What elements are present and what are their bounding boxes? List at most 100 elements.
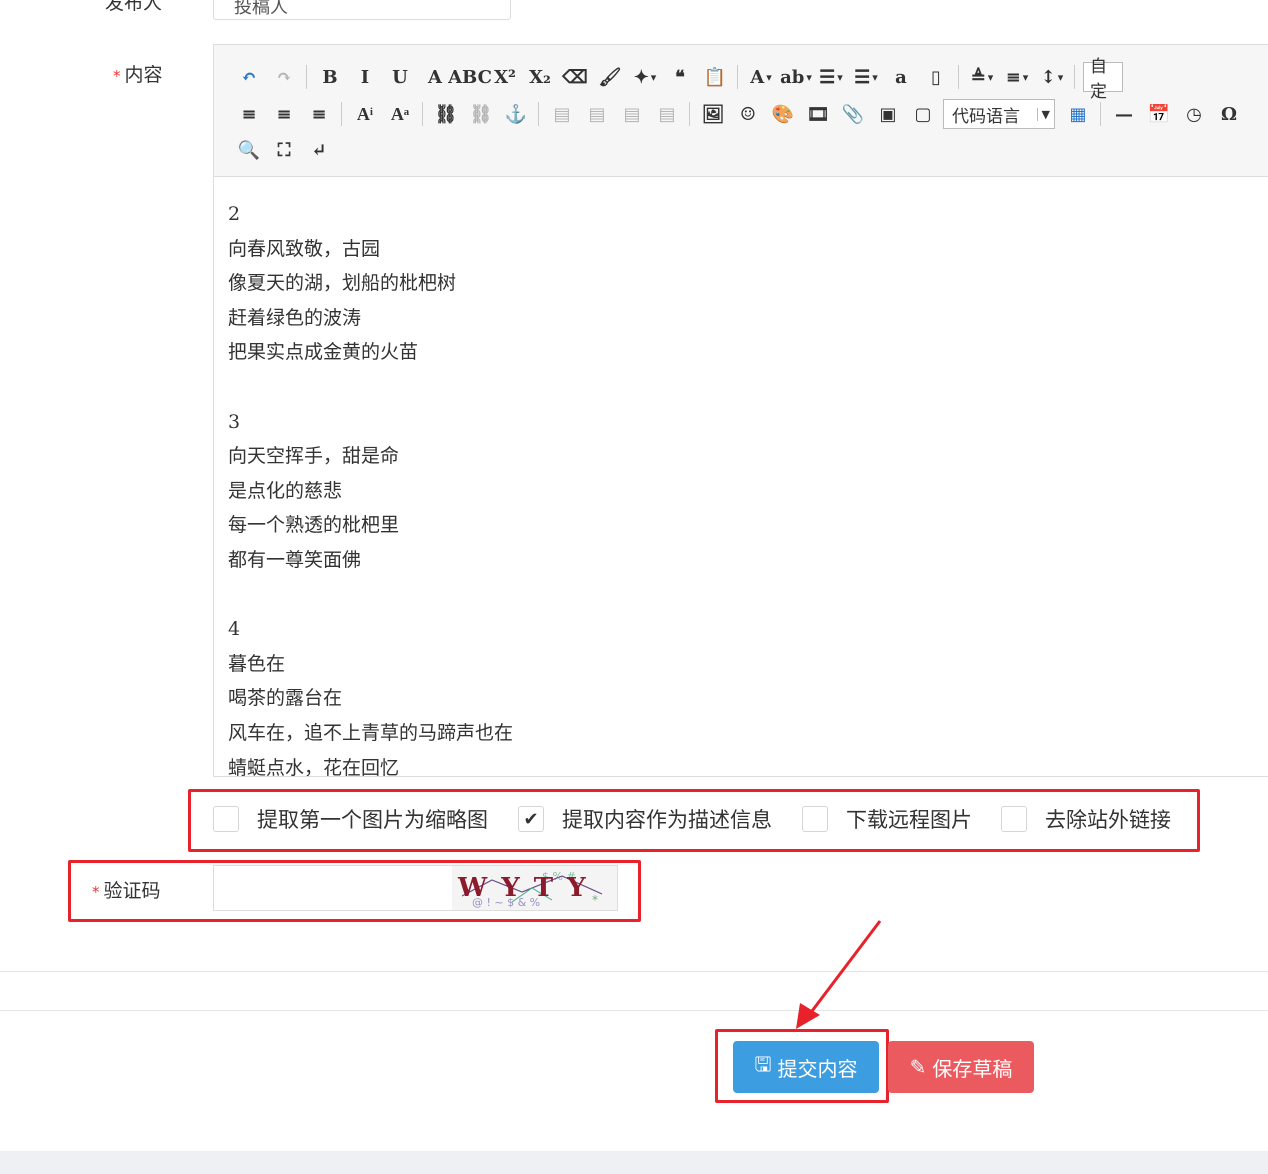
toolbar-row-2: ≡ ≡ ≡ Aͥ Aͣ ⛓ ⛓ ⚓ ▤ ▤ ▤ ▤ 🖼 ☺ 🎨 🎞 📎 ▣ ▢ 代码语言 ▼ ▦ — 📅 ◷ Ω	[234, 97, 1249, 131]
paste-text-icon[interactable]: 📋	[700, 62, 730, 92]
superscript-icon[interactable]: X²	[490, 62, 520, 92]
indent-icon[interactable]: Aͥ	[350, 99, 380, 129]
strikethrough-icon[interactable]: ABC	[448, 62, 492, 92]
captcha-graphic: @ ! ~ $ & % $ % # * WYTY	[457, 870, 603, 909]
chevron-down-icon: ▼	[1036, 107, 1050, 121]
auto-format-icon[interactable]: ✦	[630, 62, 660, 92]
checkbox-thumbnail[interactable]	[213, 806, 239, 832]
editor-line: 蜻蜓点水，花在回忆	[228, 756, 400, 777]
clear-doc-icon[interactable]: ▯	[921, 62, 951, 92]
paragraph-spacing-top-icon[interactable]: ≜	[967, 62, 997, 92]
option-thumbnail-label: 提取第一个图片为缩略图	[257, 808, 488, 832]
annotation-arrow	[796, 920, 882, 1029]
line-break-icon[interactable]: ↵	[304, 135, 334, 165]
editor-line: 都有一尊笑面佛	[228, 548, 362, 571]
code-language-select[interactable]: 代码语言 ▼	[943, 99, 1055, 129]
pencil-icon: ✎	[909, 1055, 927, 1079]
subscript-icon[interactable]: X₂	[525, 62, 555, 92]
editor-line: 向春风致敬，古园	[228, 237, 381, 260]
align-center-icon[interactable]: ≡	[234, 99, 264, 129]
publisher-input[interactable]: 投稿人	[213, 0, 511, 20]
required-mark: *	[113, 67, 121, 85]
editor-line: 4	[228, 618, 241, 641]
blockquote-icon[interactable]: ❝	[665, 62, 695, 92]
publisher-label: 发布人	[105, 0, 163, 14]
date-icon[interactable]: 📅	[1144, 99, 1174, 129]
align-right-icon[interactable]: ≡	[269, 99, 299, 129]
line-height-icon[interactable]: ↕	[1037, 62, 1067, 92]
divider	[0, 971, 1268, 972]
scrawl-icon[interactable]: 🎨	[768, 99, 798, 129]
time-icon[interactable]: ◷	[1179, 99, 1209, 129]
divider	[0, 1010, 1268, 1011]
attachment-icon[interactable]: 📎	[838, 99, 868, 129]
checkbox-description[interactable]: ✔	[518, 806, 544, 832]
submit-button-label: 提交内容	[777, 1056, 858, 1081]
captcha-image[interactable]: @ ! ~ $ & % $ % # * WYTY	[452, 866, 617, 910]
editor-line: 暮色在	[228, 652, 286, 675]
special-chars-icon[interactable]: Ω	[1214, 99, 1244, 129]
toolbar-separator	[1100, 102, 1101, 126]
emotion-icon[interactable]: ☺	[733, 99, 763, 129]
font-border-icon[interactable]: A	[420, 62, 450, 92]
image-left-icon[interactable]: ▤	[582, 99, 612, 129]
image-right-icon[interactable]: ▤	[617, 99, 647, 129]
align-justify-icon[interactable]: ≡	[304, 99, 334, 129]
toolbar-separator	[422, 102, 423, 126]
search-replace-icon[interactable]: ⛶	[269, 135, 299, 165]
gmap-icon[interactable]: ▣	[873, 99, 903, 129]
italic-icon[interactable]: I	[350, 62, 380, 92]
image-none-icon[interactable]: ▤	[547, 99, 577, 129]
undo-icon[interactable]: ↶	[234, 62, 264, 92]
horizontal-rule-icon[interactable]: —	[1109, 99, 1139, 129]
font-color-icon[interactable]: A	[746, 62, 776, 92]
editor-line: 每一个熟透的枇杷里	[228, 514, 400, 537]
insert-video-icon[interactable]: 🎞	[803, 99, 833, 129]
insert-table-icon[interactable]: ▦	[1063, 99, 1093, 129]
toolbar-separator	[689, 102, 690, 126]
editor-line: 喝茶的露台在	[228, 687, 343, 710]
link-icon[interactable]: ⛓	[431, 99, 461, 129]
eraser-icon[interactable]: ⌫	[560, 62, 590, 92]
content-label-wrap: * 内容	[113, 60, 163, 87]
bold-icon[interactable]: B	[315, 62, 345, 92]
toolbar-separator	[1074, 65, 1075, 89]
insert-frame-icon[interactable]: ▢	[908, 99, 938, 129]
anchor-icon[interactable]: ⚓	[501, 99, 531, 129]
editor-line: 风车在，追不上青草的马蹄声也在	[228, 721, 514, 744]
captcha-text: WYTY	[457, 873, 600, 903]
redo-icon[interactable]: ↷	[269, 62, 299, 92]
toolbar-separator	[538, 102, 539, 126]
editor-line: 把果实点成金黄的火苗	[228, 341, 419, 364]
option-remote-images[interactable]: 下载远程图片	[802, 804, 972, 834]
select-all-icon[interactable]: a	[886, 62, 916, 92]
text-direction-icon[interactable]: Aͣ	[385, 99, 415, 129]
option-description[interactable]: ✔ 提取内容作为描述信息	[518, 804, 772, 834]
ordered-list-icon[interactable]: ☰	[816, 62, 846, 92]
option-remove-links[interactable]: 去除站外链接	[1001, 804, 1171, 834]
checkbox-remote-images[interactable]	[802, 806, 828, 832]
underline-icon[interactable]: U	[385, 62, 415, 92]
toolbar-separator	[737, 65, 738, 89]
custom-style-select[interactable]: 自定	[1083, 57, 1123, 102]
submit-button[interactable]: 🖫 提交内容	[733, 1041, 879, 1093]
unordered-list-icon[interactable]: ☰	[851, 62, 881, 92]
rich-text-editor: ↶↷BIUAABCX²X₂⌫🖌✦❝📋Aab☰☰a▯≜≡↕自定 ≡≡≡AͥAͣ⛓⛓…	[213, 44, 1268, 777]
checkbox-remove-links[interactable]	[1001, 806, 1027, 832]
option-thumbnail[interactable]: 提取第一个图片为缩略图	[213, 804, 488, 834]
save-draft-button[interactable]: ✎ 保存草稿	[888, 1041, 1034, 1093]
image-center-icon[interactable]: ▤	[652, 99, 682, 129]
option-remote-images-label: 下载远程图片	[846, 808, 972, 832]
highlight-color-icon[interactable]: ab	[780, 62, 811, 92]
insert-image-icon[interactable]: 🖼	[698, 99, 728, 129]
unlink-icon[interactable]: ⛓	[466, 99, 496, 129]
format-brush-icon[interactable]: 🖌	[595, 62, 625, 92]
paragraph-spacing-bottom-icon[interactable]: ≡	[1002, 62, 1032, 92]
editor-line: 3	[228, 410, 241, 433]
editor-line: 像夏天的湖，划船的枇杷树	[228, 272, 457, 295]
editor-content-area[interactable]: 2 向春风致敬，古园 像夏天的湖，划船的枇杷树 赶着绿色的波涛 把果实点成金黄的火苗 3…	[228, 197, 1268, 776]
captcha-label: 验证码	[103, 880, 161, 902]
toolbar-row-3: 🔍 ⛶ ↵	[234, 133, 339, 167]
toolbar-separator	[341, 102, 342, 126]
preview-icon[interactable]: 🔍	[234, 135, 264, 165]
